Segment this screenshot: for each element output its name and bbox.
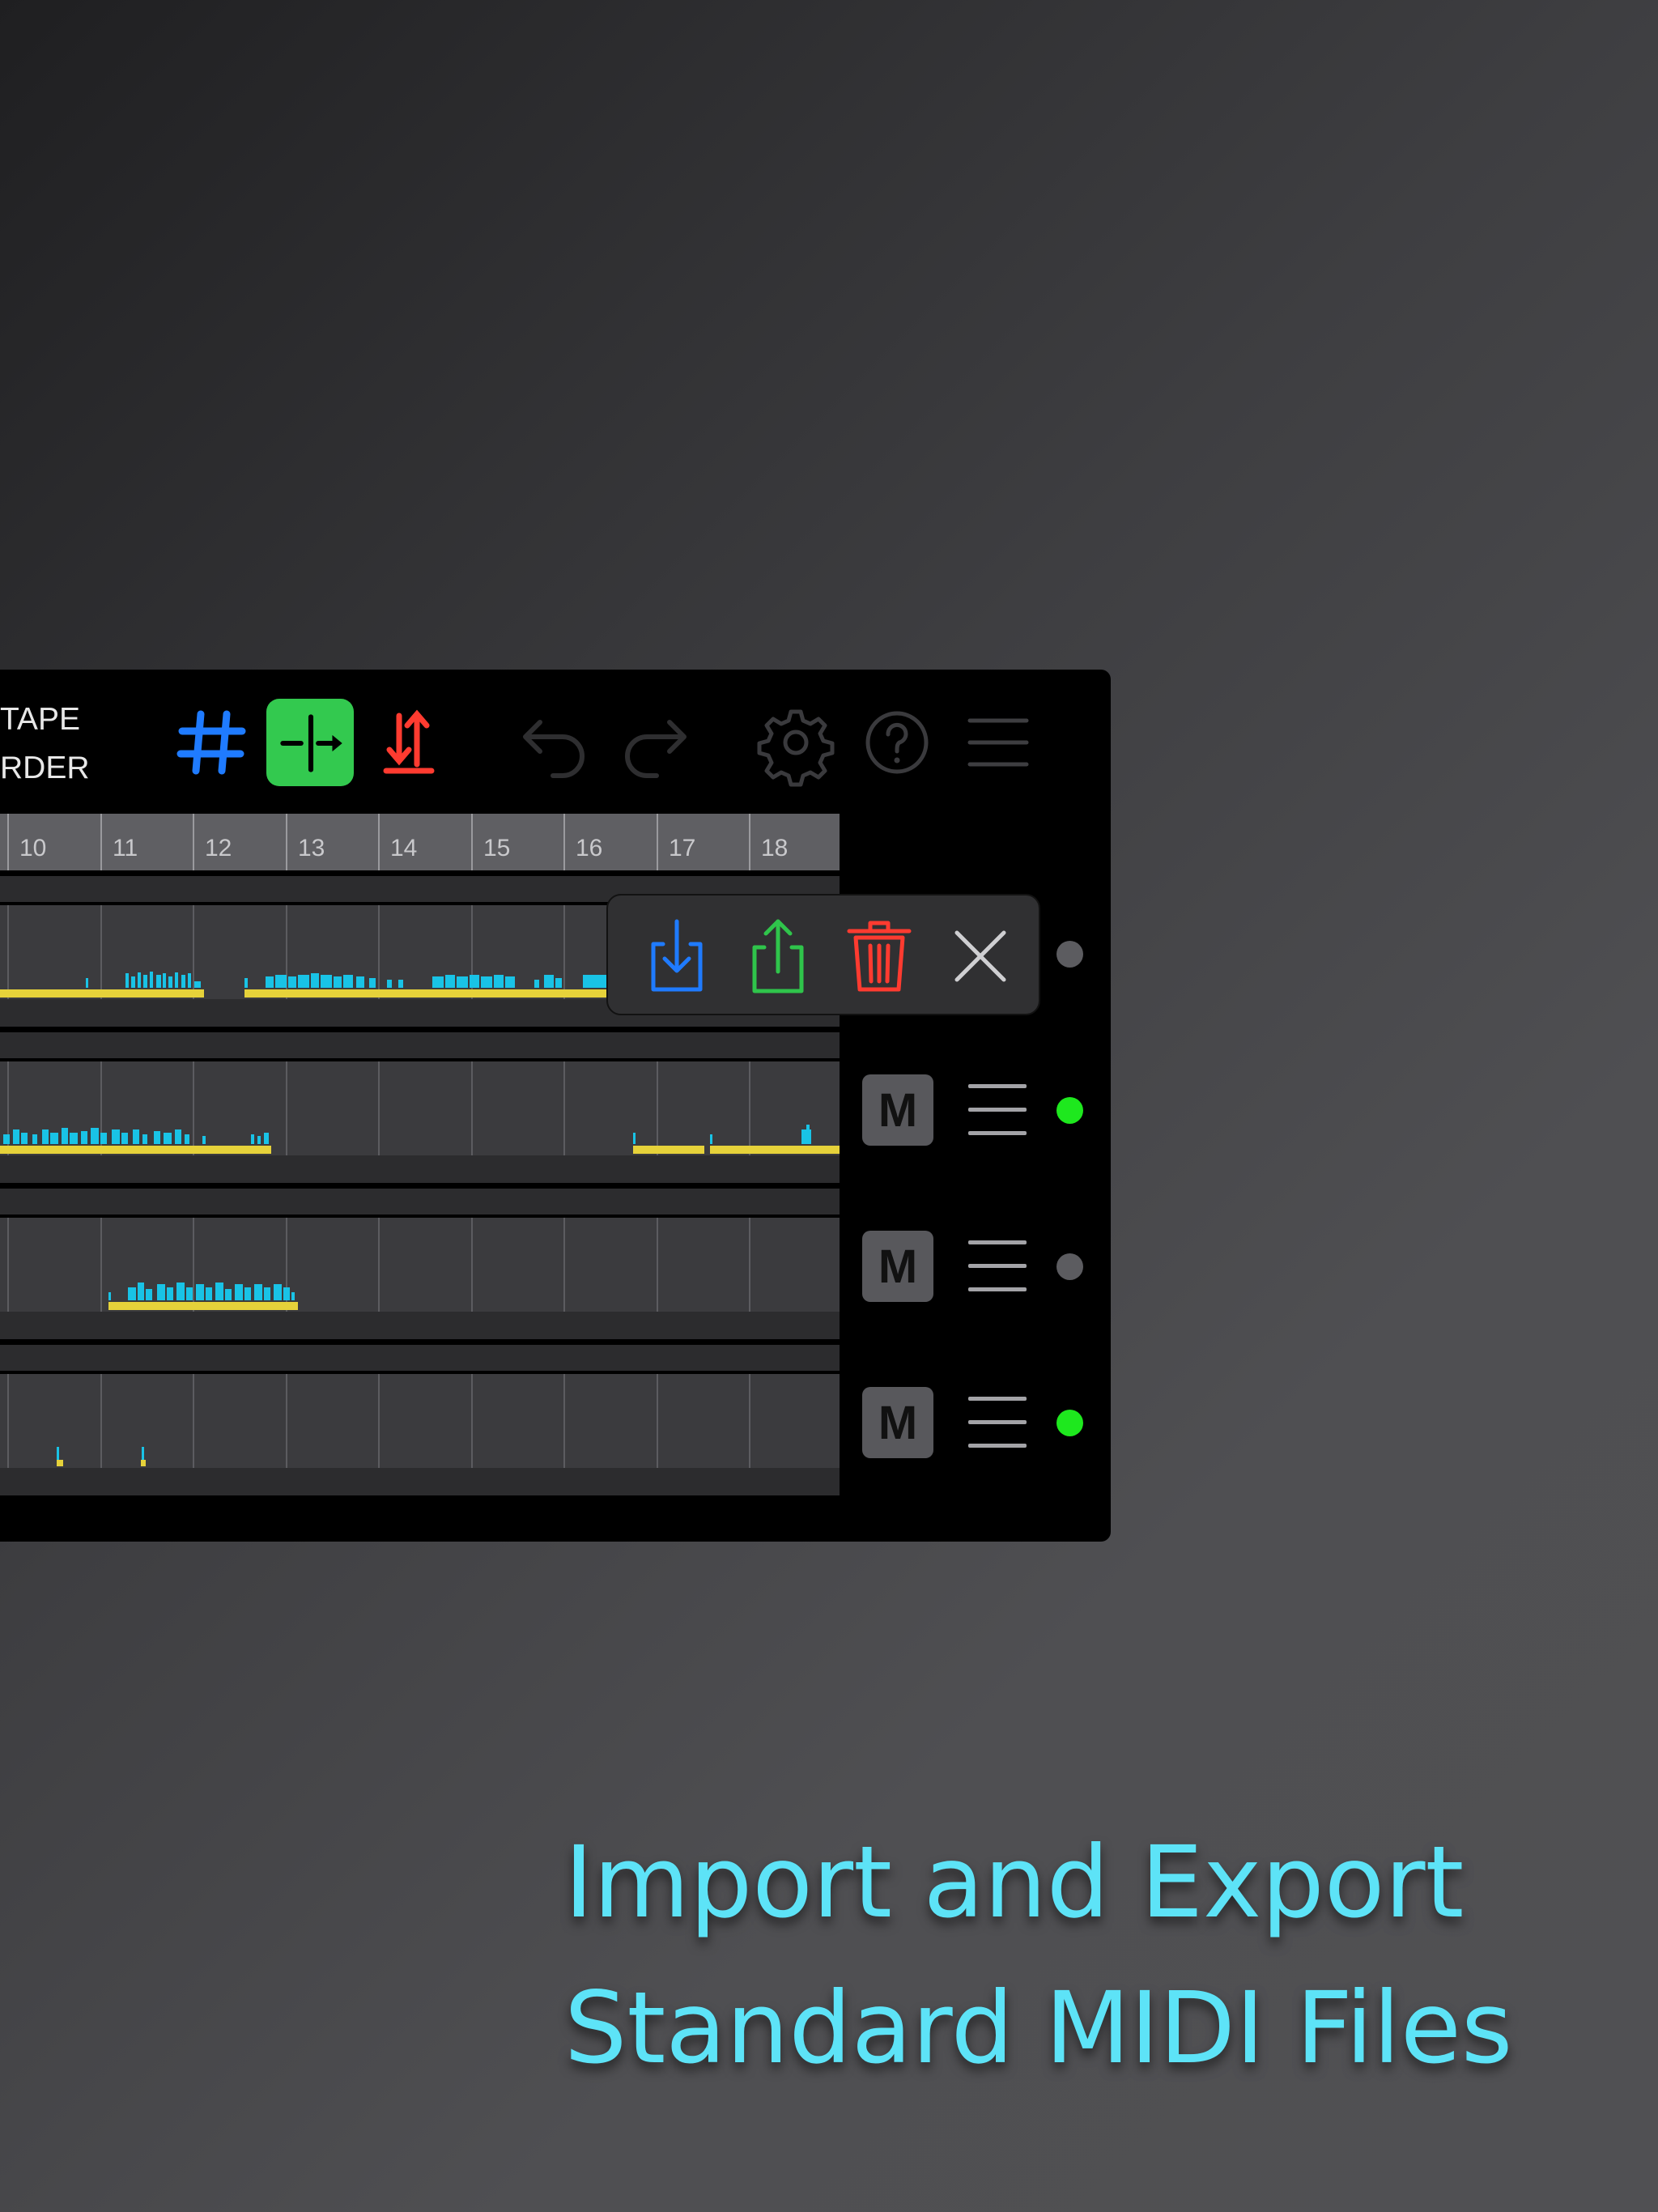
ruler-tick xyxy=(563,814,565,870)
lane-footer-strip xyxy=(0,1155,840,1183)
main-menu-button[interactable] xyxy=(954,698,1043,787)
ruler-tick xyxy=(286,814,287,870)
export-share-icon xyxy=(752,919,804,993)
ruler-tick xyxy=(193,814,194,870)
hash-grid-icon xyxy=(176,710,246,775)
ruler-bar-number: 13 xyxy=(298,835,325,861)
track-lane-2[interactable] xyxy=(0,1032,840,1188)
lane-footer-strip xyxy=(0,1312,840,1339)
trash-icon xyxy=(847,921,912,992)
track-led-indicator xyxy=(1056,1253,1083,1280)
mute-button-track-3[interactable]: M xyxy=(862,1231,933,1302)
mute-button-track-4[interactable]: M xyxy=(862,1387,933,1458)
ruler-bar-number: 14 xyxy=(390,835,418,861)
ruler-tick xyxy=(7,814,9,870)
ruler-tick xyxy=(378,814,380,870)
track-led-indicator xyxy=(1056,1410,1083,1436)
midi-clips[interactable] xyxy=(0,1218,840,1312)
export-button[interactable] xyxy=(733,912,823,1001)
lane-header-strip xyxy=(0,1032,840,1058)
midi-clips[interactable] xyxy=(0,1061,840,1155)
app-window: TAPE RDER 10 11 12 13 14 15 16 17 18 M M… xyxy=(0,670,1111,1542)
transpose-button[interactable] xyxy=(365,698,454,787)
ruler-tick xyxy=(657,814,658,870)
ruler-bar-number: 15 xyxy=(483,835,511,861)
split-marker-icon xyxy=(280,714,342,772)
ruler-tick xyxy=(749,814,750,870)
ruler-tick xyxy=(100,814,102,870)
help-button[interactable] xyxy=(852,698,942,787)
marketing-caption: Import and Export Standard MIDI Files xyxy=(564,1810,1649,2101)
delete-button[interactable] xyxy=(835,912,924,1001)
grid-button[interactable] xyxy=(167,698,256,787)
undo-icon xyxy=(523,720,585,778)
close-popover-button[interactable] xyxy=(936,912,1025,1001)
ruler-bar-number: 11 xyxy=(113,835,138,861)
redo-icon xyxy=(625,720,687,778)
timeline-ruler[interactable]: 10 11 12 13 14 15 16 17 18 xyxy=(0,814,840,874)
caption-line-1: Import and Export xyxy=(564,1825,1465,1940)
ruler-bar-number: 17 xyxy=(669,835,696,861)
track-lane-3[interactable] xyxy=(0,1189,840,1344)
ruler-bar-number: 16 xyxy=(576,835,603,861)
up-down-arrows-icon xyxy=(383,709,435,774)
caption-line-2: Standard MIDI Files xyxy=(564,1971,1513,2086)
ruler-tick xyxy=(471,814,473,870)
hamburger-menu-icon xyxy=(967,718,1029,767)
track-menu-button[interactable] xyxy=(968,1081,1027,1139)
lane-header-strip xyxy=(0,1345,840,1371)
track-led-indicator xyxy=(1056,1097,1083,1124)
track-menu-button[interactable] xyxy=(968,1393,1027,1452)
ruler-bar-number: 10 xyxy=(19,835,47,861)
mute-button-track-2[interactable]: M xyxy=(862,1074,933,1146)
app-title-line-2: RDER xyxy=(0,751,90,785)
midi-clips[interactable] xyxy=(0,1374,840,1468)
ruler-bar-number: 12 xyxy=(205,835,232,861)
redo-button[interactable] xyxy=(610,698,699,787)
snap-button[interactable] xyxy=(266,699,354,786)
import-button[interactable] xyxy=(632,912,721,1001)
lane-footer-strip xyxy=(0,1468,840,1495)
settings-button[interactable] xyxy=(751,698,840,787)
import-download-icon xyxy=(651,919,703,992)
ruler-bar-number: 18 xyxy=(761,835,789,861)
close-x-icon xyxy=(954,930,1006,982)
track-menu-button[interactable] xyxy=(968,1237,1027,1295)
file-actions-popover xyxy=(606,894,1040,1015)
gear-icon xyxy=(757,709,835,787)
question-circle-icon xyxy=(865,711,929,774)
undo-button[interactable] xyxy=(511,698,600,787)
track-led-indicator xyxy=(1056,941,1083,968)
app-title-line-1: TAPE xyxy=(0,702,80,737)
track-lane-4[interactable] xyxy=(0,1345,840,1500)
lane-header-strip xyxy=(0,1189,840,1214)
